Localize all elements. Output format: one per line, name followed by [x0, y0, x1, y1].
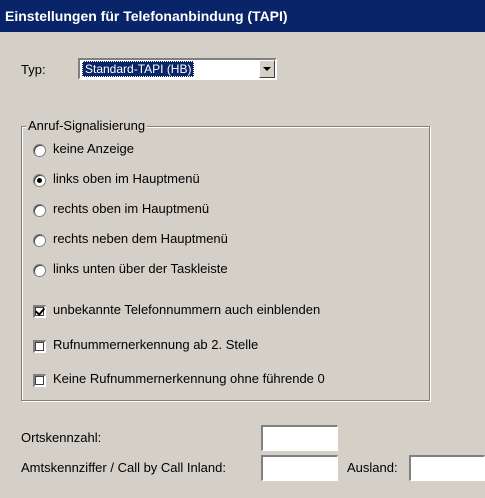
radio-rechts-neben-label[interactable]: rechts neben dem Hauptmenü	[53, 231, 228, 246]
window-title: Einstellungen für Telefonanbindung (TAPI…	[0, 0, 485, 32]
chevron-down-icon[interactable]	[259, 60, 275, 78]
checkbox-ab-2-stelle-label[interactable]: Rufnummernerkennung ab 2. Stelle	[53, 337, 258, 352]
typ-label: Typ:	[21, 62, 46, 77]
ausland-field[interactable]	[409, 455, 485, 481]
ortskennzahl-label: Ortskennzahl:	[21, 430, 102, 445]
checkbox-ohne-fuehrende-0-label[interactable]: Keine Rufnummernerkennung ohne führende …	[53, 371, 325, 386]
radio-links-oben-label[interactable]: links oben im Hauptmenü	[53, 171, 200, 186]
amtskennziffer-label: Amtskennziffer / Call by Call Inland:	[21, 460, 226, 475]
ortskennzahl-field[interactable]	[261, 425, 338, 451]
ausland-label: Ausland:	[347, 460, 398, 475]
amtskennziffer-input[interactable]	[263, 457, 337, 480]
ausland-input[interactable]	[411, 457, 484, 480]
checkbox-ab-2-stelle[interactable]	[33, 340, 46, 353]
radio-rechts-oben-label[interactable]: rechts oben im Hauptmenü	[53, 201, 209, 216]
signal-group-legend: Anruf-Signalisierung	[26, 118, 148, 133]
ortskennzahl-input[interactable]	[263, 427, 337, 450]
typ-dropdown[interactable]: Standard-TAPI (HB)	[78, 58, 277, 80]
checkbox-unbekannte-nummern-label[interactable]: unbekannte Telefonnummern auch einblende…	[53, 302, 320, 317]
radio-rechts-neben[interactable]	[33, 234, 46, 247]
radio-keine-anzeige-label[interactable]: keine Anzeige	[53, 141, 134, 156]
radio-links-unten-label[interactable]: links unten über der Taskleiste	[53, 261, 228, 276]
radio-links-oben[interactable]	[33, 174, 46, 187]
checkbox-unbekannte-nummern[interactable]	[33, 305, 46, 318]
amtskennziffer-field[interactable]	[261, 455, 338, 481]
typ-selected-value: Standard-TAPI (HB)	[82, 61, 195, 77]
radio-rechts-oben[interactable]	[33, 204, 46, 217]
checkbox-ohne-fuehrende-0[interactable]	[33, 374, 46, 387]
radio-keine-anzeige[interactable]	[33, 144, 46, 157]
radio-links-unten[interactable]	[33, 264, 46, 277]
